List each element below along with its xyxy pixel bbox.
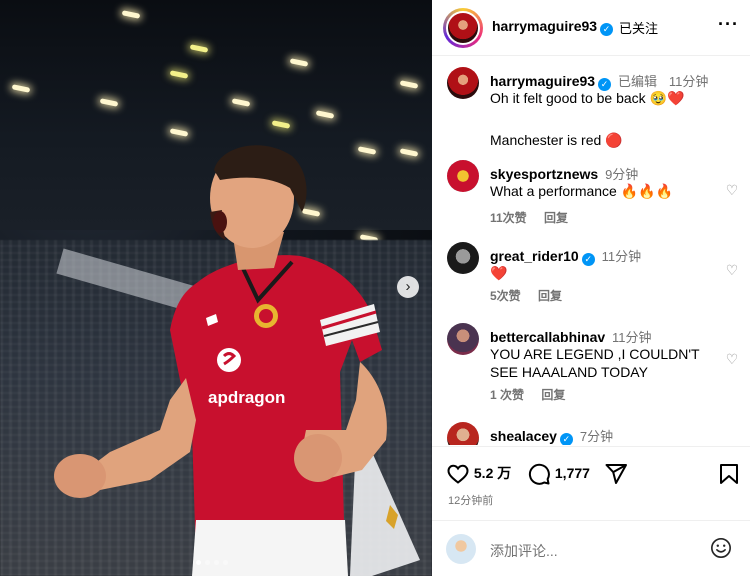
avatar[interactable] xyxy=(447,422,479,445)
player-illustration: apdragon xyxy=(54,145,420,576)
add-comment-input[interactable]: 添加评论... xyxy=(490,541,558,561)
caption-line-2: Manchester is red 🔴 xyxy=(490,132,623,148)
comment-time[interactable]: 11分钟 xyxy=(602,249,642,264)
comment-likes[interactable]: 11次赞 xyxy=(490,211,527,225)
post-header: harrymaguire93 ✓ 已关注 ··· xyxy=(432,0,750,56)
caption-time[interactable]: 11分钟 xyxy=(669,74,709,89)
caption-username[interactable]: harrymaguire93 xyxy=(490,73,595,89)
story-ring[interactable] xyxy=(443,8,483,48)
carousel-dot xyxy=(205,560,210,565)
post-side-panel: harrymaguire93 ✓ 已关注 ··· harrymaguire93 ✓ … xyxy=(432,0,750,576)
caption-line-1: Oh it felt good to be back 🥹❤️ xyxy=(490,90,685,106)
edited-label: 已编辑 xyxy=(617,74,657,89)
share-action[interactable] xyxy=(604,461,628,485)
heart-icon[interactable] xyxy=(446,462,470,486)
verified-badge-icon: ✓ xyxy=(559,433,573,445)
comment-text: What a performance 🔥🔥🔥 xyxy=(490,183,674,199)
comment-username[interactable]: bettercallabhinav xyxy=(490,329,605,345)
comment-text: YOU ARE LEGEND ,I COULDN'T SEE HAAALAND … xyxy=(490,346,700,380)
comment-meta: 11次赞 回复 xyxy=(490,209,582,226)
comment-likes[interactable]: 1 次赞 xyxy=(490,388,524,402)
verified-badge-icon: ✓ xyxy=(600,23,614,36)
comment-header: shealacey ✓ 7分钟 xyxy=(490,426,613,445)
comment-likes[interactable]: 5次赞 xyxy=(490,289,521,303)
post-actions-bar: 5.2 万 1,777 12分钟前 xyxy=(432,446,750,520)
reply-button[interactable]: 回复 xyxy=(538,289,562,303)
paper-plane-icon[interactable] xyxy=(604,462,628,486)
save-action[interactable] xyxy=(718,461,740,485)
avatar[interactable] xyxy=(447,160,479,192)
comment-header: great_rider10 ✓ 11分钟 xyxy=(490,246,641,266)
svg-text:apdragon: apdragon xyxy=(208,388,285,407)
comments-list[interactable]: harrymaguire93 ✓ 已编辑 11分钟 Oh it felt good… xyxy=(432,57,750,445)
emoji-smile-icon[interactable] xyxy=(710,537,732,559)
avatar[interactable] xyxy=(447,242,479,274)
avatar[interactable] xyxy=(446,11,480,45)
comment-time[interactable]: 11分钟 xyxy=(612,330,652,345)
heart-icon[interactable]: ♡ xyxy=(724,262,740,278)
carousel-dot xyxy=(223,560,228,565)
comment-meta: 1 次赞 回复 xyxy=(490,386,579,403)
author-username[interactable]: harrymaguire93 xyxy=(492,18,597,34)
comment-count[interactable]: 1,777 xyxy=(555,465,590,481)
comment-header: bettercallabhinav 11分钟 xyxy=(490,327,652,346)
post-photo[interactable]: apdragon › xyxy=(0,0,432,576)
comment-username[interactable]: skyesportznews xyxy=(490,166,598,182)
carousel-dot xyxy=(214,560,219,565)
comment-meta: 5次赞 回复 xyxy=(490,287,576,304)
heart-icon[interactable]: ♡ xyxy=(724,351,740,367)
author-username-link[interactable]: harrymaguire93 ✓ xyxy=(492,18,614,36)
more-options-icon[interactable]: ··· xyxy=(718,14,739,35)
comment-bubble-icon[interactable] xyxy=(527,462,551,486)
like-action[interactable]: 5.2 万 xyxy=(446,461,511,485)
carousel-dot xyxy=(196,560,201,565)
heart-icon[interactable]: ♡ xyxy=(724,182,740,198)
next-slide-button[interactable]: › xyxy=(397,276,419,298)
carousel-dots xyxy=(196,560,228,565)
reply-button[interactable]: 回复 xyxy=(541,388,565,402)
comment-time[interactable]: 7分钟 xyxy=(580,429,613,444)
reply-button[interactable]: 回复 xyxy=(544,211,568,225)
like-count[interactable]: 5.2 万 xyxy=(474,465,511,481)
comment-username[interactable]: great_rider10 xyxy=(490,248,579,264)
post-time[interactable]: 12分钟前 xyxy=(448,492,493,508)
avatar[interactable] xyxy=(447,67,479,99)
comment-username[interactable]: shealacey xyxy=(490,428,557,444)
caption-header: harrymaguire93 ✓ 已编辑 11分钟 xyxy=(490,71,708,91)
comment-action[interactable]: 1,777 xyxy=(527,461,590,486)
bookmark-icon[interactable] xyxy=(718,462,740,486)
comment-header: skyesportznews 9分钟 xyxy=(490,164,638,183)
add-comment-bar: 添加评论... xyxy=(432,520,750,576)
following-button[interactable]: 已关注 xyxy=(619,18,658,37)
avatar xyxy=(446,534,476,564)
comment-time[interactable]: 9分钟 xyxy=(605,167,638,182)
comment-text: ❤️ xyxy=(490,265,508,281)
avatar[interactable] xyxy=(447,323,479,355)
